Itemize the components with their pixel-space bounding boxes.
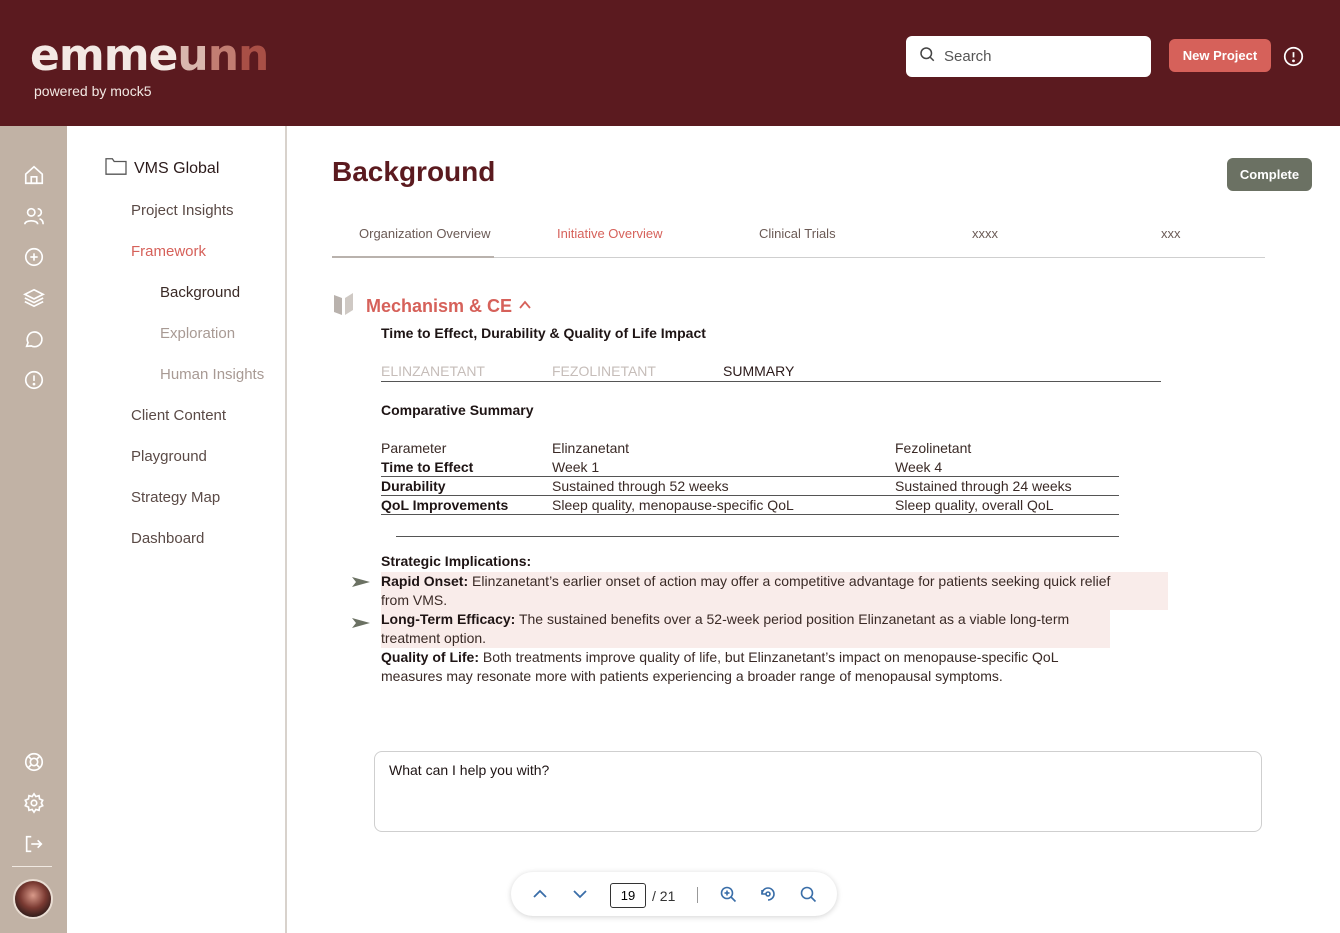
tab-underline: [332, 256, 494, 258]
implication-quality-of-life: Quality of Life: Both treatments improve…: [381, 648, 1141, 686]
tagline: powered by mock5: [34, 83, 152, 99]
page-controls: / 21: [511, 872, 837, 916]
tab-fezolinetant[interactable]: FEZOLINETANT: [552, 363, 656, 379]
users-icon[interactable]: [22, 204, 46, 228]
divider: [697, 887, 698, 903]
tab-xxxx[interactable]: xxxx: [972, 226, 998, 241]
implication-rapid-onset: Rapid Onset: Elinzanetant’s earlier onse…: [381, 572, 1168, 610]
lifebuoy-icon[interactable]: [22, 750, 46, 774]
implication-text: treatment option.: [381, 630, 487, 646]
implication-text: The sustained benefits over a 52-week pe…: [515, 611, 1070, 627]
nav-item-exploration[interactable]: Exploration: [160, 325, 235, 342]
nav-item-playground[interactable]: Playground: [131, 448, 207, 465]
table-row: Time to Effect Week 1 Week 4: [381, 458, 1119, 477]
nav-item-dashboard[interactable]: Dashboard: [131, 530, 204, 547]
implication-label: Quality of Life:: [381, 649, 479, 665]
implication-text: Elinzanetant’s earlier onset of action m…: [468, 573, 1111, 589]
chevron-up-icon[interactable]: [529, 883, 551, 905]
table-cell: Sleep quality, overall QoL: [895, 497, 1054, 513]
section-title: Mechanism & CE: [366, 296, 513, 316]
table-cell: Week 1: [552, 459, 600, 475]
play-arrow-icon: [352, 615, 370, 628]
app-header: emmeunn powered by mock5 New Project: [0, 0, 1340, 126]
table-cell: Durability: [381, 478, 446, 494]
logo: emmeunn: [30, 30, 269, 81]
rotate-icon[interactable]: [757, 883, 779, 905]
implication-text: from VMS.: [381, 592, 448, 608]
implications-title: Strategic Implications:: [381, 553, 532, 569]
divider: [396, 536, 1119, 537]
search-input[interactable]: [944, 48, 1134, 65]
section-toggle[interactable]: Mechanism & CE: [366, 296, 532, 317]
project-nav: VMS Global Project Insights Framework Ba…: [67, 126, 287, 933]
chevron-up-icon: [512, 296, 532, 317]
layers-icon[interactable]: [22, 286, 46, 310]
gear-icon[interactable]: [22, 791, 46, 815]
comparison-table: Parameter Elinzanetant Fezolinetant Time…: [381, 439, 1119, 515]
implication-label: Long-Term Efficacy:: [381, 611, 516, 627]
nav-root-folder[interactable]: VMS Global: [105, 156, 219, 181]
page-total: / 21: [652, 888, 676, 904]
table-header-cell: Parameter: [381, 440, 447, 456]
nav-item-framework[interactable]: Framework: [131, 243, 206, 260]
table-header-cell: Fezolinetant: [895, 440, 972, 456]
play-arrow-icon: [352, 574, 370, 587]
folder-icon: [105, 156, 134, 181]
info-icon[interactable]: [1283, 46, 1304, 67]
implication-text: measures may resonate more with patients…: [381, 668, 1003, 684]
search-icon: [918, 45, 936, 68]
chat-input[interactable]: [375, 752, 1261, 831]
alert-icon[interactable]: [22, 368, 46, 392]
complete-button[interactable]: Complete: [1227, 158, 1312, 191]
comparative-summary-title: Comparative Summary: [381, 402, 534, 418]
new-project-button[interactable]: New Project: [1169, 39, 1271, 72]
chevron-down-icon[interactable]: [569, 883, 591, 905]
table-cell: Time to Effect: [381, 459, 474, 475]
tab-summary[interactable]: SUMMARY: [723, 363, 794, 379]
nav-item-background[interactable]: Background: [160, 284, 240, 301]
tab-clinical-trials[interactable]: Clinical Trials: [759, 226, 836, 241]
nav-root-label: VMS Global: [134, 159, 220, 177]
implication-long-term-efficacy: Long-Term Efficacy: The sustained benefi…: [381, 610, 1110, 648]
chat-box[interactable]: [374, 751, 1262, 832]
plus-circle-icon[interactable]: [22, 245, 46, 269]
nav-item-human-insights[interactable]: Human Insights: [160, 366, 264, 383]
table-header-cell: Elinzanetant: [552, 440, 630, 456]
rail-divider: [12, 866, 52, 867]
home-icon[interactable]: [22, 163, 46, 187]
logout-icon[interactable]: [22, 832, 46, 856]
nav-item-client-content[interactable]: Client Content: [131, 407, 226, 424]
page-title: Background: [332, 156, 496, 187]
nav-item-project-insights[interactable]: Project Insights: [131, 202, 234, 219]
tab-elinzanetant[interactable]: ELINZANETANT: [381, 363, 485, 379]
table-cell: QoL Improvements: [381, 497, 509, 513]
table-cell: Week 4: [895, 459, 943, 475]
tab-initiative-overview[interactable]: Initiative Overview: [557, 226, 662, 241]
implication-label: Rapid Onset:: [381, 573, 469, 589]
table-cell: Sustained through 52 weeks: [552, 478, 729, 494]
page-number-input[interactable]: [610, 883, 646, 908]
tab-organization-overview[interactable]: Organization Overview: [359, 226, 491, 241]
table-header-row: Parameter Elinzanetant Fezolinetant: [381, 439, 1119, 458]
nav-item-strategy-map[interactable]: Strategy Map: [131, 489, 220, 506]
book-icon: [333, 292, 354, 316]
tab-bar: Organization Overview Initiative Overvie…: [332, 222, 1265, 258]
section-subtitle: Time to Effect, Durability & Quality of …: [381, 325, 706, 341]
table-cell: Sleep quality, menopause-specific QoL: [552, 497, 794, 513]
chat-icon[interactable]: [22, 327, 46, 351]
tab-xxx[interactable]: xxx: [1161, 226, 1181, 241]
drug-tab-bar: ELINZANETANT FEZOLINETANT SUMMARY: [381, 362, 1161, 382]
search-icon[interactable]: [797, 883, 819, 905]
table-row: QoL Improvements Sleep quality, menopaus…: [381, 496, 1119, 515]
implication-text: Both treatments improve quality of life,…: [479, 649, 1059, 665]
table-cell: Sustained through 24 weeks: [895, 478, 1072, 494]
search-box[interactable]: [906, 36, 1151, 77]
avatar[interactable]: [13, 879, 53, 919]
zoom-in-icon[interactable]: [717, 883, 739, 905]
icon-rail: [0, 126, 67, 933]
table-row: Durability Sustained through 52 weeks Su…: [381, 477, 1119, 496]
